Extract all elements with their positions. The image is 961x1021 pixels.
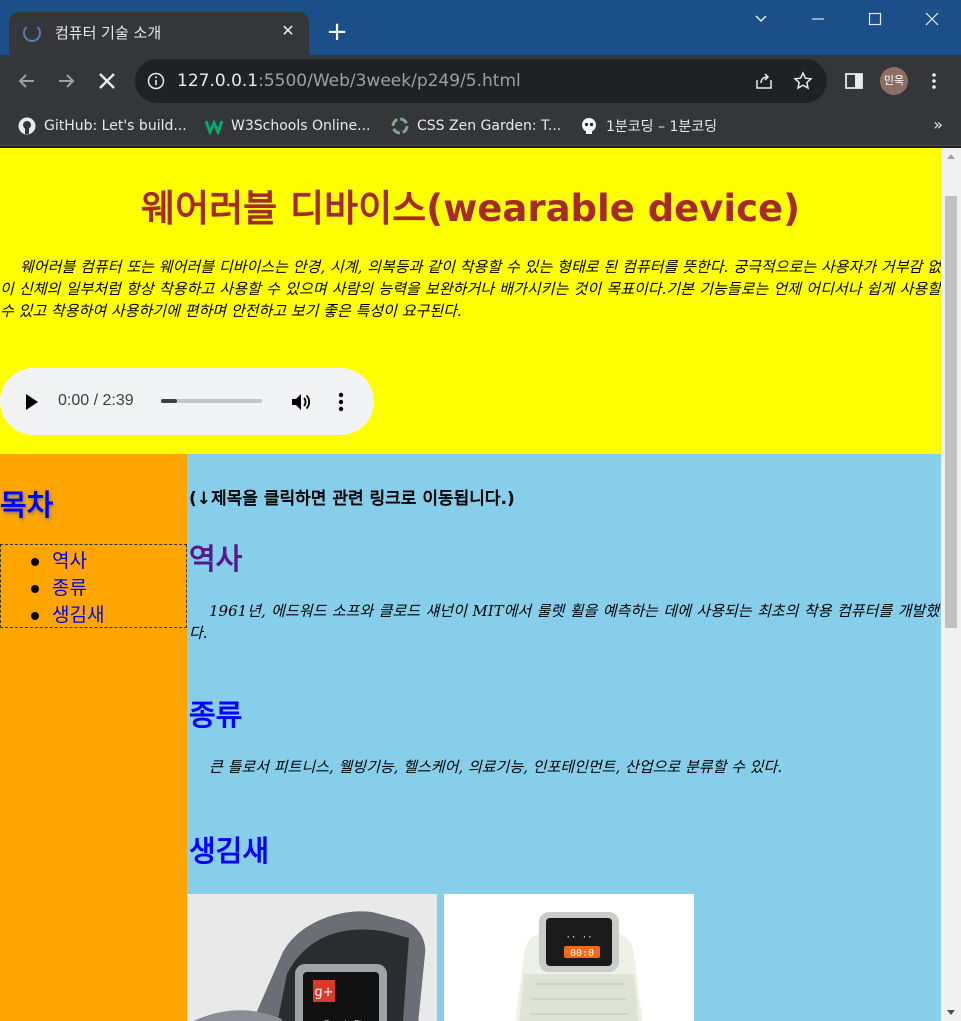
scroll-up-arrow-icon[interactable] <box>947 154 955 159</box>
volume-icon[interactable] <box>290 391 312 413</box>
toc-link-types[interactable]: 종류 <box>1 575 186 602</box>
section-heading-appearance[interactable]: 생김새 <box>189 828 269 870</box>
page-header: 웨어러블 디바이스(wearable device) 웨어러블 컴퓨터 또는 웨… <box>0 148 941 454</box>
share-icon[interactable] <box>754 71 774 91</box>
intro-paragraph: 웨어러블 컴퓨터 또는 웨어러블 디바이스는 안경, 시계, 의복등과 같이 착… <box>0 258 941 320</box>
w3schools-icon <box>204 117 224 137</box>
browser-toolbar: 127.0.0.1:5500/Web/3week/p249/5.html 민욱 <box>0 55 961 107</box>
zen-garden-icon <box>391 117 409 135</box>
toc-sidebar: 목차 역사 종류 생김새 <box>0 454 187 1021</box>
section-heading-history[interactable]: 역사 <box>189 536 242 578</box>
toc-link-history[interactable]: 역사 <box>1 548 186 575</box>
svg-text:·· ··: ·· ·· <box>565 933 592 943</box>
audio-seek-bar[interactable] <box>161 399 262 403</box>
bookmark-css-zen-garden[interactable]: CSS Zen Garden: T... <box>391 115 561 137</box>
tab-title: 컴퓨터 기술 소개 <box>55 24 162 42</box>
url-text[interactable]: 127.0.0.1:5500/Web/3week/p249/5.html <box>177 71 521 91</box>
bookmark-github[interactable]: GitHub: Let's build... <box>18 115 187 137</box>
toc-list: 역사 종류 생김새 <box>0 544 187 628</box>
audio-time: 0:00 / 2:39 <box>58 392 134 409</box>
new-tab-button[interactable]: + <box>324 19 350 46</box>
close-window-button[interactable] <box>912 4 952 36</box>
skull-icon <box>580 117 598 135</box>
scroll-down-arrow-icon[interactable] <box>947 1010 955 1015</box>
toc-title: 목차 <box>0 488 54 522</box>
page-title: 웨어러블 디바이스(wearable device) <box>140 187 801 230</box>
page-viewport: 웨어러블 디바이스(wearable device) 웨어러블 컴퓨터 또는 웨… <box>0 148 941 1021</box>
svg-text:g+: g+ <box>314 985 333 1000</box>
browser-title-bar: 컴퓨터 기술 소개 ✕ + <box>0 0 961 55</box>
site-info-icon[interactable] <box>147 72 165 90</box>
page-scrollbar[interactable] <box>941 148 961 1021</box>
bookmark-1min-coding[interactable]: 1분코딩 – 1분코딩 <box>580 115 717 137</box>
smartwatch-photo-1: g+ Google Plus <box>187 894 437 1021</box>
toc-link-appearance[interactable]: 생김새 <box>1 602 186 629</box>
maximize-button[interactable] <box>855 4 895 36</box>
forward-arrow-icon[interactable] <box>54 69 78 93</box>
section-heading-types[interactable]: 종류 <box>189 692 242 734</box>
browser-tab[interactable]: 컴퓨터 기술 소개 ✕ <box>9 12 309 55</box>
click-hint: (↓제목을 클릭하면 관련 링크로 이동됩니다.) <box>189 489 515 509</box>
bookmark-star-icon[interactable] <box>793 71 813 91</box>
svg-text:00:0: 00:0 <box>570 948 594 959</box>
audio-player: 0:00 / 2:39 <box>0 368 374 435</box>
section-text-types: 큰 틀로서 피트니스, 웰빙기능, 헬스케어, 의료기능, 인포테인먼트, 산업… <box>209 758 783 776</box>
tab-search-chevron-icon[interactable] <box>741 4 781 36</box>
github-icon <box>18 117 36 135</box>
section-text-history: 1961년, 에드워드 소프와 클로드 섀넌이 MIT에서 룰렛 휠을 예측하는… <box>189 602 939 642</box>
bookmark-w3schools[interactable]: W3Schools Online... <box>204 115 370 137</box>
audio-more-icon[interactable] <box>333 391 349 413</box>
scrollbar-thumb[interactable] <box>945 196 957 628</box>
back-arrow-icon[interactable] <box>15 69 39 93</box>
play-icon[interactable] <box>26 394 38 410</box>
more-bookmarks-chevron-icon[interactable]: » <box>933 115 943 134</box>
loading-spinner-icon <box>23 24 41 42</box>
stop-loading-icon[interactable] <box>95 69 119 93</box>
bookmarks-bar: GitHub: Let's build... W3Schools Online.… <box>0 107 961 146</box>
kebab-menu-icon[interactable] <box>924 71 944 91</box>
smartwatch-photo-2: ·· ·· 00:0 <box>444 894 694 1021</box>
minimize-button[interactable] <box>798 4 838 36</box>
address-bar[interactable]: 127.0.0.1:5500/Web/3week/p249/5.html <box>135 59 827 103</box>
audio-seek-progress <box>161 399 178 403</box>
tab-close-icon[interactable]: ✕ <box>277 20 299 42</box>
profile-avatar[interactable]: 민욱 <box>880 67 908 95</box>
main-content: (↓제목을 클릭하면 관련 링크로 이동됩니다.) 역사 1961년, 에드워드… <box>187 454 941 1021</box>
side-panel-icon[interactable] <box>844 71 864 91</box>
